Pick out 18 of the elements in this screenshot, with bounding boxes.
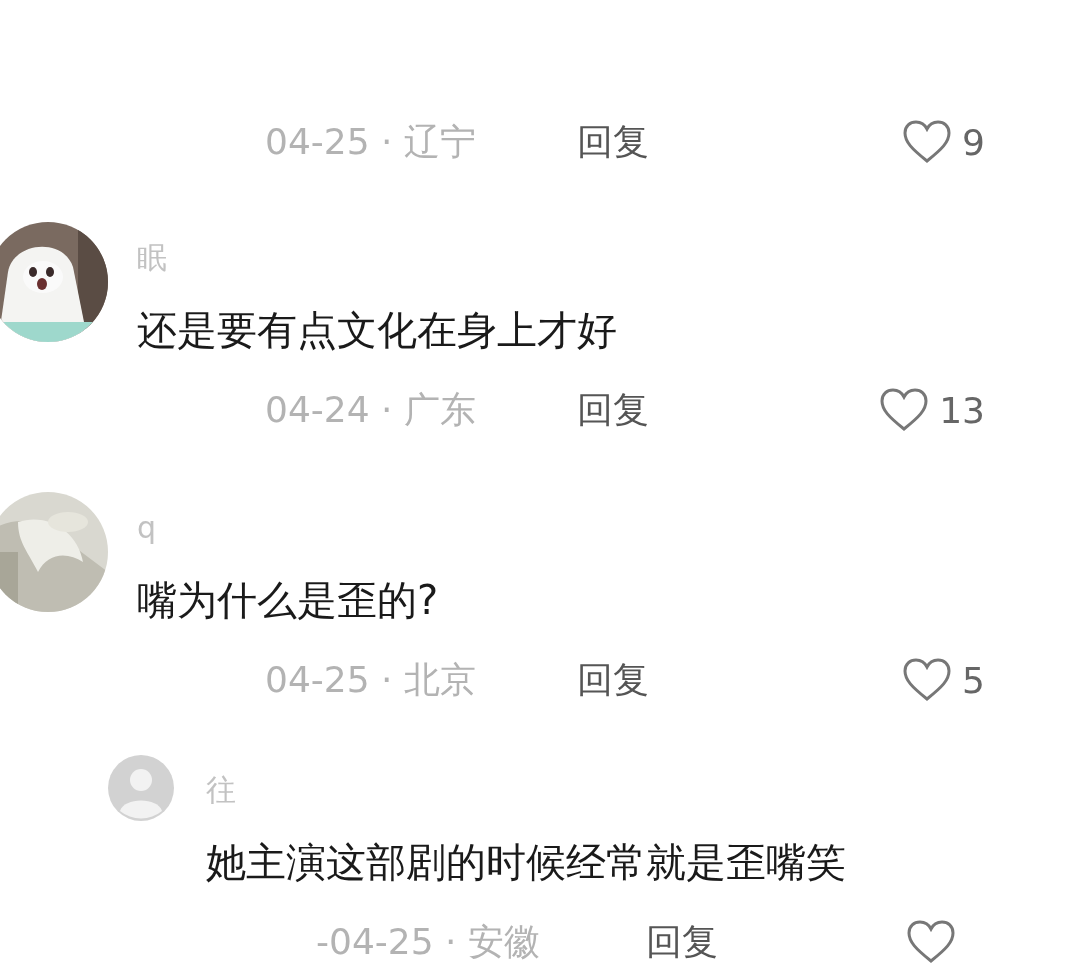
reply-button[interactable]: 回复 — [577, 655, 649, 705]
comment-date: 04-25 · 辽宁 — [264, 119, 477, 164]
like-count: 13 — [939, 389, 985, 431]
reply-button[interactable]: 回复 — [646, 917, 718, 967]
heart-icon[interactable] — [902, 119, 953, 165]
reply-button[interactable]: 回复 — [577, 385, 649, 435]
comment-text: 她主演这部剧的时候经常就是歪嘴笑 — [206, 838, 847, 887]
comment-text: 还是要有点文化在身上才好 — [137, 306, 618, 355]
like-count: 9 — [962, 121, 985, 163]
heart-icon[interactable] — [879, 387, 930, 433]
like-count: 5 — [962, 659, 985, 701]
reply-button[interactable]: 回复 — [577, 117, 649, 167]
comment-date: -04-25 · 安徽 — [315, 919, 541, 964]
comment-text: 嘴为什么是歪的? — [137, 576, 440, 625]
heart-icon[interactable] — [902, 657, 953, 703]
comment-date: 04-25 · 北京 — [264, 657, 477, 702]
comment-date: 04-24 · 广东 — [264, 387, 477, 432]
heart-icon[interactable] — [906, 919, 956, 965]
